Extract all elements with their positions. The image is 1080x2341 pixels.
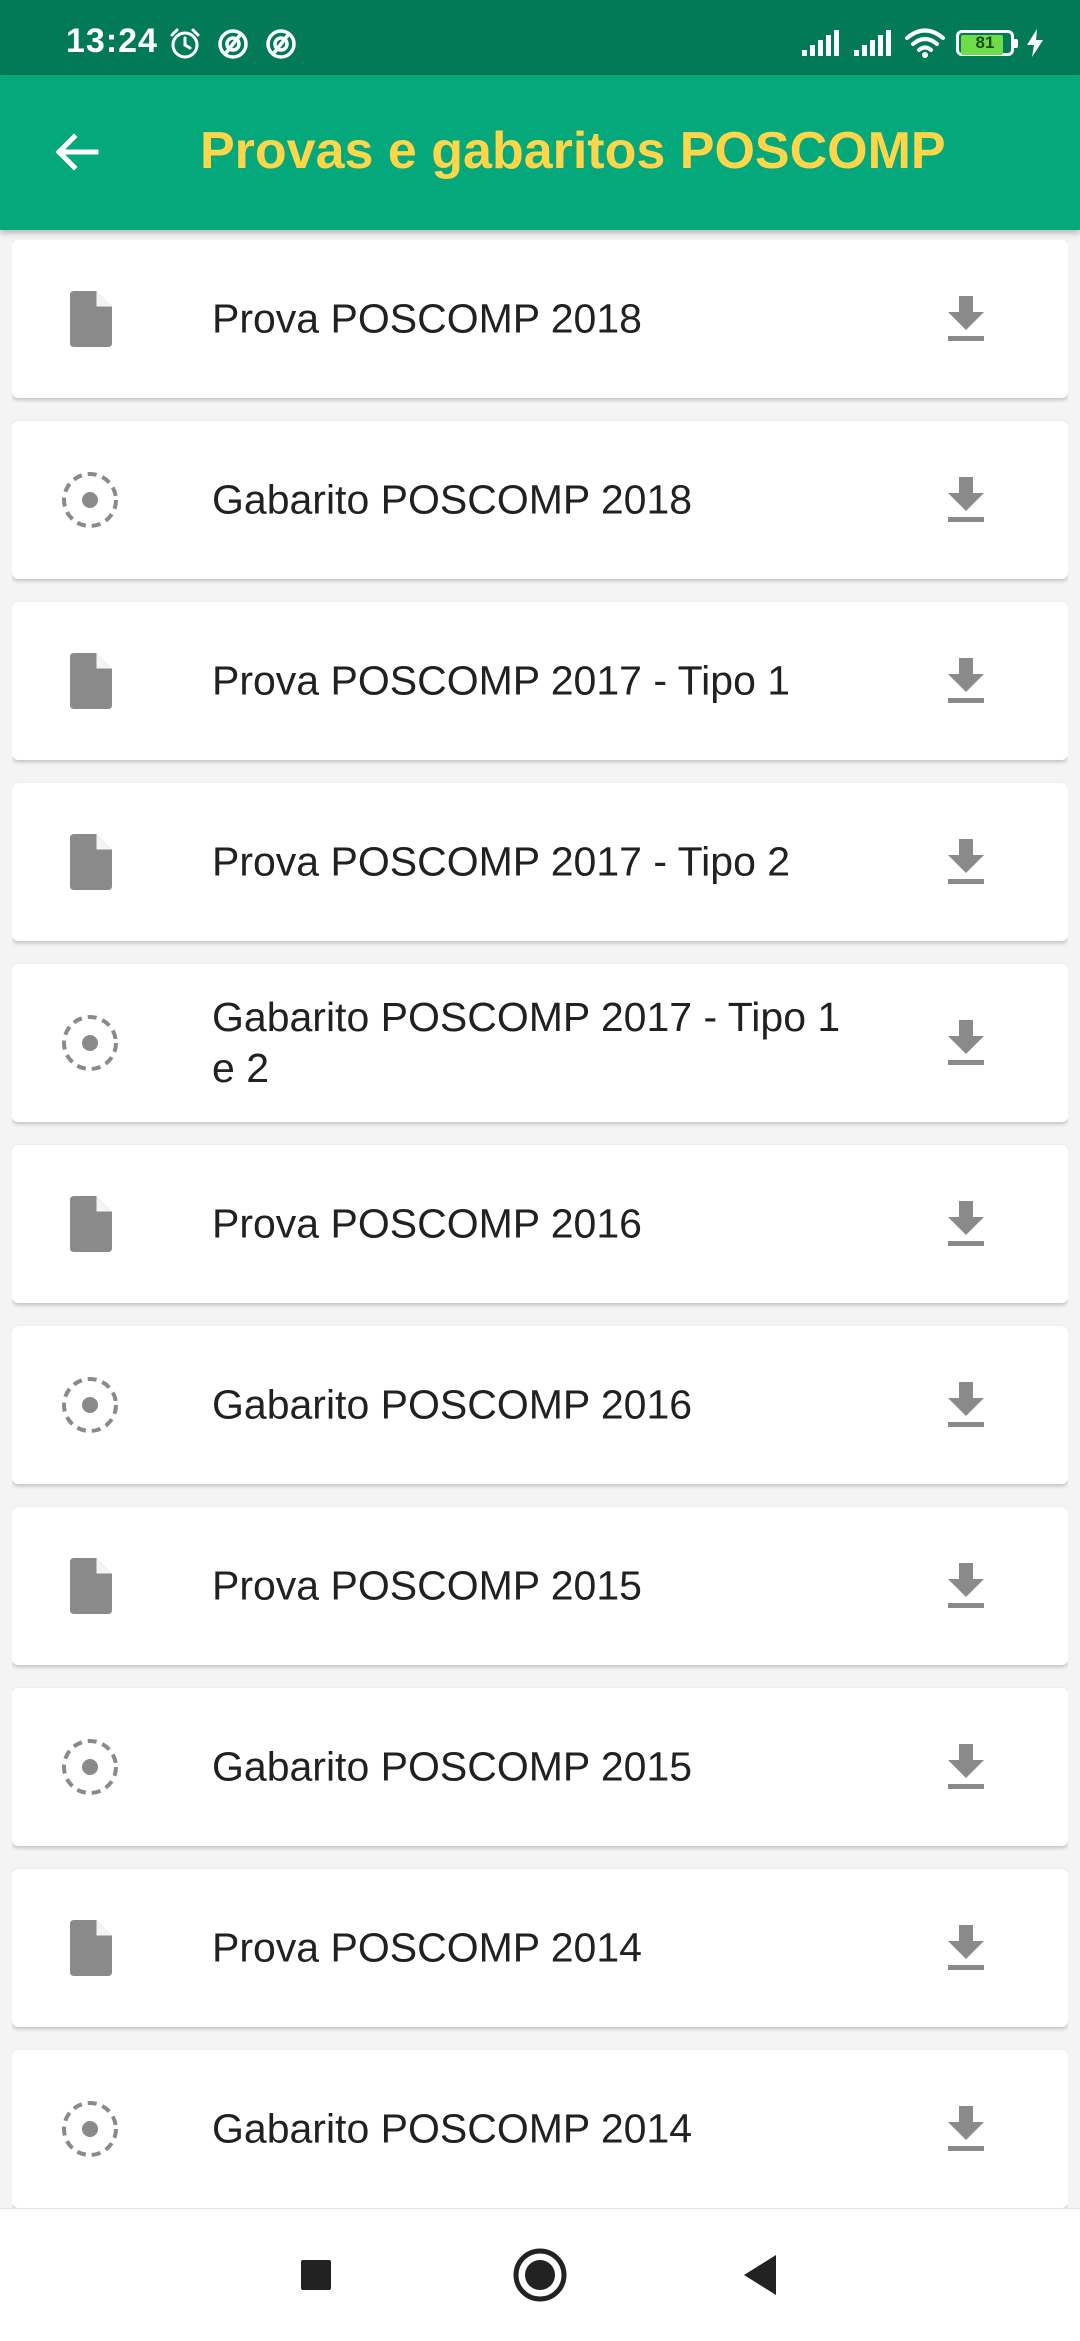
home-icon xyxy=(513,2248,567,2302)
list-item[interactable]: Gabarito POSCOMP 2018 xyxy=(12,421,1068,579)
status-time: 13:24 xyxy=(66,22,158,60)
list-item-label: Prova POSCOMP 2018 xyxy=(212,295,642,342)
signal-icon xyxy=(854,30,891,56)
answer-key-icon xyxy=(62,1015,118,1071)
document-list: Prova POSCOMP 2018 Gabarito POSCOMP 2018… xyxy=(12,240,1068,2208)
list-item-icon xyxy=(58,1373,122,1437)
document-icon xyxy=(70,1920,112,1976)
list-item-label: Gabarito POSCOMP 2014 xyxy=(212,2105,693,2152)
list-item-label: Gabarito POSCOMP 2018 xyxy=(212,476,693,523)
download-icon xyxy=(948,1382,984,1427)
arrow-back-icon xyxy=(55,133,99,171)
list-item-label: Gabarito POSCOMP 2016 xyxy=(212,1381,693,1428)
list-item-icon xyxy=(58,649,122,713)
list-item[interactable]: Prova POSCOMP 2017 - Tipo 1 xyxy=(12,602,1068,760)
data-saver-icon xyxy=(266,29,296,59)
list-item[interactable]: Gabarito POSCOMP 2014 xyxy=(12,2050,1068,2208)
battery-icon: 81 xyxy=(956,30,1018,56)
list-item-label: Prova POSCOMP 2015 xyxy=(212,1562,642,1609)
list-item[interactable]: Prova POSCOMP 2017 - Tipo 2 xyxy=(12,783,1068,941)
list-item-label: Gabarito POSCOMP 2015 xyxy=(212,1743,693,1790)
answer-key-icon xyxy=(62,472,118,528)
download-button[interactable] xyxy=(936,1737,996,1797)
charging-icon xyxy=(1027,29,1043,57)
battery-level: 81 xyxy=(975,33,995,52)
back-icon xyxy=(744,2255,776,2295)
home-button[interactable] xyxy=(510,2245,570,2305)
download-button[interactable] xyxy=(936,832,996,892)
list-item-label: Prova POSCOMP 2014 xyxy=(212,1924,642,1971)
status-notification-icons xyxy=(168,27,298,61)
list-item-icon xyxy=(58,1735,122,1799)
document-icon xyxy=(70,653,112,709)
download-button[interactable] xyxy=(936,289,996,349)
list-item[interactable]: Gabarito POSCOMP 2015 xyxy=(12,1688,1068,1846)
list-item-label: Gabarito POSCOMP 2017 - Tipo 1 e 2 xyxy=(212,994,841,1091)
download-button[interactable] xyxy=(936,651,996,711)
list-item[interactable]: Gabarito POSCOMP 2017 - Tipo 1 e 2 xyxy=(12,964,1068,1122)
download-button[interactable] xyxy=(936,1194,996,1254)
list-item-icon xyxy=(58,1916,122,1980)
download-icon xyxy=(948,1201,984,1246)
download-button[interactable] xyxy=(936,1556,996,1616)
download-icon xyxy=(948,477,984,522)
status-system-icons: 81 xyxy=(800,27,1046,59)
document-icon xyxy=(70,1196,112,1252)
download-button[interactable] xyxy=(936,470,996,530)
wifi-icon xyxy=(905,28,945,58)
status-bar: 13:24 81 xyxy=(0,0,1080,75)
document-icon xyxy=(70,1558,112,1614)
list-item-icon xyxy=(58,468,122,532)
list-item-icon xyxy=(58,1011,122,1075)
list-item-icon xyxy=(58,2097,122,2161)
document-icon xyxy=(70,291,112,347)
app-bar: Provas e gabaritos POSCOMP xyxy=(0,75,1080,230)
list-item-icon xyxy=(58,287,122,351)
document-icon xyxy=(70,834,112,890)
download-icon xyxy=(948,1744,984,1789)
back-button[interactable] xyxy=(44,119,110,185)
download-icon xyxy=(948,296,984,341)
list-item-label: Prova POSCOMP 2017 - Tipo 1 xyxy=(212,657,791,704)
download-button[interactable] xyxy=(936,2099,996,2159)
download-icon xyxy=(948,658,984,703)
list-item[interactable]: Prova POSCOMP 2016 xyxy=(12,1145,1068,1303)
system-nav-bar xyxy=(0,2208,1080,2341)
download-icon xyxy=(948,839,984,884)
list-item[interactable]: Prova POSCOMP 2014 xyxy=(12,1869,1068,2027)
list-item[interactable]: Gabarito POSCOMP 2016 xyxy=(12,1326,1068,1484)
alarm-icon xyxy=(170,28,200,59)
recents-button[interactable] xyxy=(286,2245,346,2305)
recents-icon xyxy=(301,2260,331,2290)
download-button[interactable] xyxy=(936,1918,996,1978)
page-title: Provas e gabaritos POSCOMP xyxy=(200,122,946,180)
list-item-icon xyxy=(58,830,122,894)
download-button[interactable] xyxy=(936,1375,996,1435)
download-icon xyxy=(948,1020,984,1065)
answer-key-icon xyxy=(62,2101,118,2157)
download-button[interactable] xyxy=(936,1013,996,1073)
back-nav-button[interactable] xyxy=(730,2245,790,2305)
list-item-icon xyxy=(58,1192,122,1256)
list-item[interactable]: Prova POSCOMP 2018 xyxy=(12,240,1068,398)
signal-icon xyxy=(802,30,839,56)
data-saver-icon xyxy=(218,29,248,59)
list-item-icon xyxy=(58,1554,122,1618)
list-item-label: Prova POSCOMP 2017 - Tipo 2 xyxy=(212,838,791,885)
answer-key-icon xyxy=(62,1739,118,1795)
download-icon xyxy=(948,2106,984,2151)
answer-key-icon xyxy=(62,1377,118,1433)
list-item-label: Prova POSCOMP 2016 xyxy=(212,1200,642,1247)
list-item[interactable]: Prova POSCOMP 2015 xyxy=(12,1507,1068,1665)
download-icon xyxy=(948,1925,984,1970)
download-icon xyxy=(948,1563,984,1608)
